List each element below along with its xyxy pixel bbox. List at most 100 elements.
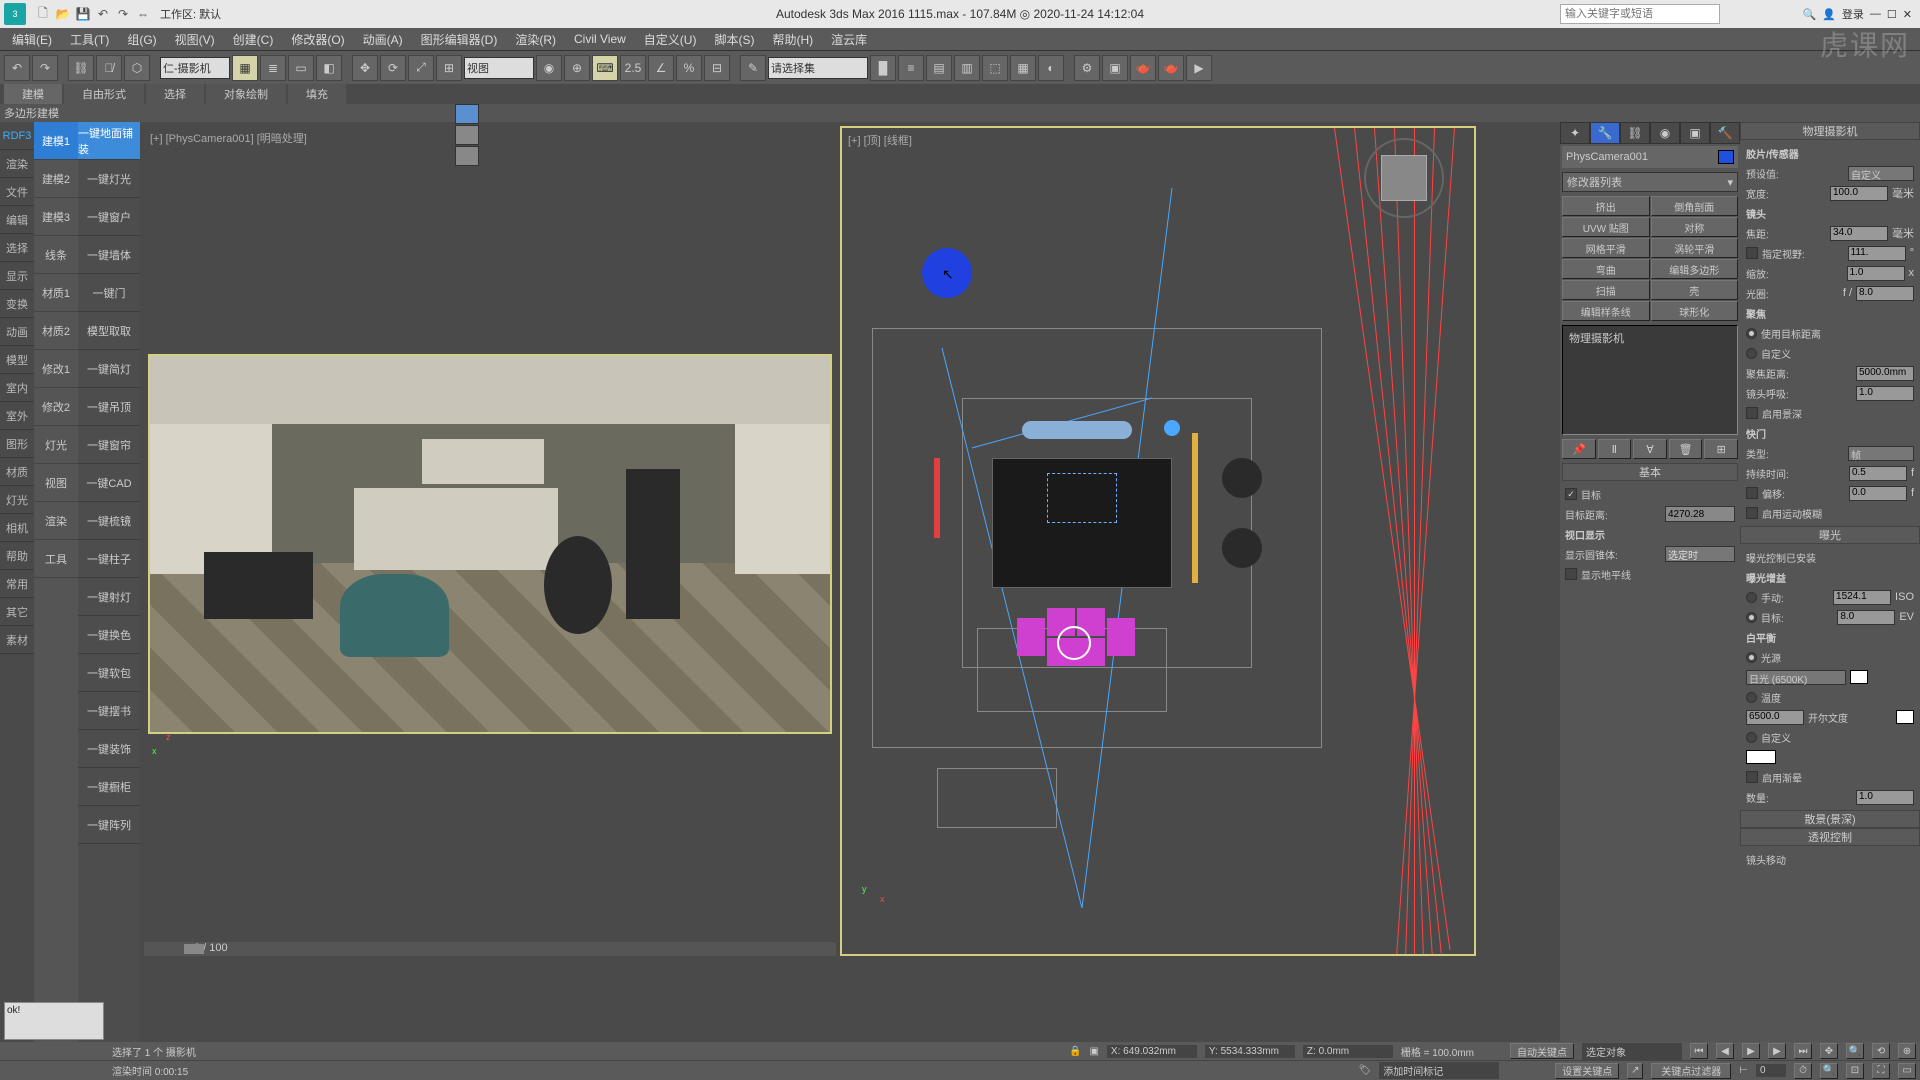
coord-y[interactable]: Y: 5534.333mm <box>1205 1045 1295 1058</box>
nav-pan-icon[interactable]: ✥ <box>1820 1043 1838 1059</box>
vignette-checkbox[interactable] <box>1746 771 1758 783</box>
target-distance-spinner[interactable]: 4270.28 <box>1665 506 1735 522</box>
sp-select[interactable]: 选择 <box>0 234 34 262</box>
key-mode-icon[interactable]: ↗ <box>1627 1063 1643 1079</box>
ribbon-tab-selection[interactable]: 选择 <box>146 84 204 104</box>
wb-source-radio[interactable] <box>1746 652 1757 663</box>
play-icon[interactable]: ▶ <box>1742 1043 1760 1059</box>
viewport-camera[interactable]: [+] [PhysCamera001] [明暗处理] z x <box>144 126 836 956</box>
menu-tools[interactable]: 工具(T) <box>62 29 117 50</box>
sp-display[interactable]: 显示 <box>0 262 34 290</box>
unlink-button[interactable]: ⛓̸ <box>96 55 122 81</box>
current-frame[interactable]: 0 <box>1756 1064 1786 1077</box>
wb-custom-swatch[interactable] <box>1746 750 1776 764</box>
help-search[interactable] <box>1560 4 1720 24</box>
ribbon-subtab[interactable]: 多边形建模 <box>0 104 1920 122</box>
sc-model2[interactable]: 建模2 <box>34 160 78 198</box>
nav-zoom2-icon[interactable]: 🔍 <box>1820 1063 1838 1079</box>
menu-script[interactable]: 脚本(S) <box>706 29 762 50</box>
spinner-snap-button[interactable]: ⊟ <box>704 55 730 81</box>
rollup-bokeh[interactable]: 散景(景深) <box>1740 810 1920 828</box>
show-horizon-checkbox[interactable] <box>1565 568 1577 580</box>
focus-target-radio[interactable] <box>1746 328 1757 339</box>
layers-button[interactable]: ▤ <box>926 55 952 81</box>
lens-breath-spinner[interactable]: 1.0 <box>1856 386 1914 401</box>
align-button[interactable]: ≡ <box>898 55 924 81</box>
shutter-type-dropdown[interactable]: 帧 <box>1848 446 1914 461</box>
viewport-top-label[interactable]: [+] [顶] [线框] <box>848 132 912 148</box>
sc-mod1[interactable]: 修改1 <box>34 350 78 388</box>
ribbon-tab-modeling[interactable]: 建模 <box>4 84 62 104</box>
sc2-light[interactable]: 一键灯光 <box>78 160 140 198</box>
nav-zoom-icon[interactable]: 🔍 <box>1846 1043 1864 1059</box>
sc2-books[interactable]: 一键摆书 <box>78 692 140 730</box>
menu-edit[interactable]: 编辑(E) <box>4 29 60 50</box>
manual-radio[interactable] <box>1746 592 1757 603</box>
sp-rdf[interactable]: RDF3 <box>0 122 34 150</box>
object-name-field[interactable]: PhysCamera001 <box>1562 146 1738 168</box>
nav-zoomall-icon[interactable]: ⊡ <box>1846 1063 1864 1079</box>
workspace-selector[interactable]: 工作区: 默认 <box>160 6 221 22</box>
link-icon[interactable]: ⇔ <box>134 5 152 23</box>
sc-tool[interactable]: 工具 <box>34 540 78 578</box>
target-checkbox[interactable] <box>1565 488 1577 500</box>
rollup-exposure[interactable]: 曝光 <box>1740 526 1920 544</box>
viewport-camera-label[interactable]: [+] [PhysCamera001] [明暗处理] <box>150 130 307 146</box>
sp-light[interactable]: 灯光 <box>0 486 34 514</box>
sc2-decor[interactable]: 一键装饰 <box>78 730 140 768</box>
coord-z[interactable]: Z: 0.0mm <box>1303 1045 1393 1058</box>
menu-cloud[interactable]: 渲云库 <box>823 29 875 50</box>
layout-option-3[interactable] <box>455 146 479 166</box>
nav-orbit-icon[interactable]: ⊕ <box>1898 1043 1916 1059</box>
next-frame-icon[interactable]: ▶ <box>1768 1043 1786 1059</box>
center-button[interactable]: ◉ <box>536 55 562 81</box>
sc2-array[interactable]: 一键阵列 <box>78 806 140 844</box>
sp-outdoor[interactable]: 室外 <box>0 402 34 430</box>
offset-spinner[interactable]: 0.0 <box>1849 486 1907 501</box>
open-icon[interactable]: 📂 <box>54 5 72 23</box>
setkey-button[interactable]: 设置关键点 <box>1555 1063 1619 1079</box>
snap-2d-button[interactable]: 2.5 <box>620 55 646 81</box>
refsys-dropdown[interactable] <box>464 57 534 79</box>
layout-option-2[interactable] <box>455 125 479 145</box>
undo-icon[interactable]: ↶ <box>94 5 112 23</box>
sc2-mirror[interactable]: 一键梳镜 <box>78 502 140 540</box>
sp-model[interactable]: 模型 <box>0 346 34 374</box>
maximize-icon[interactable]: ☐ <box>1887 8 1897 21</box>
render-button[interactable]: 🫖 <box>1130 55 1156 81</box>
keymode-dropdown[interactable]: 选定对象 <box>1582 1043 1682 1060</box>
mirror-button[interactable]: ▐▌ <box>870 55 896 81</box>
material-button[interactable]: ◐ <box>1038 55 1064 81</box>
ribbon-tab-populate[interactable]: 填充 <box>288 84 346 104</box>
sc2-recolor[interactable]: 一键换色 <box>78 616 140 654</box>
vignette-spinner[interactable]: 1.0 <box>1856 790 1914 805</box>
window-crossing-button[interactable]: ◧ <box>316 55 342 81</box>
render-frame-button[interactable]: ▣ <box>1102 55 1128 81</box>
angle-snap-button[interactable]: ∠ <box>648 55 674 81</box>
time-slider[interactable]: 0 / 100 <box>144 942 836 956</box>
object-color-chip[interactable] <box>1718 150 1734 164</box>
layout-option-1[interactable] <box>455 104 479 124</box>
isolate-icon[interactable]: ▣ <box>1089 1046 1098 1057</box>
iso-spinner[interactable]: 1524.1 <box>1833 590 1891 605</box>
focus-dist-spinner[interactable]: 5000.0mm <box>1856 366 1914 381</box>
rollup-perspective[interactable]: 透视控制 <box>1740 828 1920 846</box>
account-icon[interactable]: 👤 <box>1822 8 1836 21</box>
sc2-wall[interactable]: 一键墙体 <box>78 236 140 274</box>
duration-spinner[interactable]: 0.5 <box>1849 466 1907 481</box>
unique-icon[interactable]: ∀ <box>1633 439 1667 459</box>
dof-checkbox[interactable] <box>1746 407 1758 419</box>
curve-editor-button[interactable]: ⬚ <box>982 55 1008 81</box>
ev-spinner[interactable]: 8.0 <box>1837 610 1895 625</box>
render-last-button[interactable]: ▶ <box>1186 55 1212 81</box>
viewcube[interactable] <box>1364 138 1444 218</box>
wb-swatch[interactable] <box>1850 670 1868 684</box>
rotate-button[interactable]: ⟳ <box>380 55 406 81</box>
key-in-icon[interactable]: ⊢ <box>1739 1065 1748 1076</box>
redo-button[interactable]: ↷ <box>32 55 58 81</box>
keyboard-shortcut-button[interactable]: ⌨ <box>592 55 618 81</box>
new-icon[interactable]: 🗋 <box>34 5 52 23</box>
refsys-button[interactable]: ⊞ <box>436 55 462 81</box>
modify-tab-icon[interactable]: 🔧 <box>1590 122 1620 144</box>
save-icon[interactable]: 💾 <box>74 5 92 23</box>
